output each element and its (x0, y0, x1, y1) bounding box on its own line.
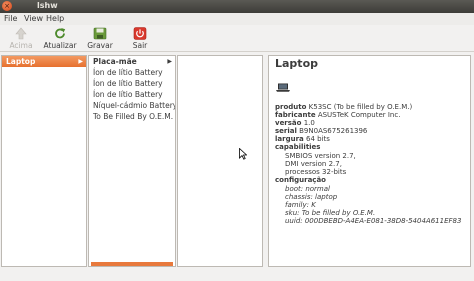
tree-item-battery-3[interactable]: Íon de lítio Battery (89, 89, 175, 100)
config-item: sku: To be filled by O.E.M. (285, 209, 376, 217)
window-title: lshw (37, 1, 58, 10)
up-button[interactable]: Acima (6, 26, 36, 51)
menu-view[interactable]: View (24, 14, 43, 23)
config-item: boot: normal (285, 185, 330, 193)
details-title: Laptop (275, 57, 318, 70)
prop-product: produto K53SC (To be filled by O.E.M.) (275, 103, 413, 111)
title-bar: × lshw (0, 0, 474, 13)
tree-item-battery-2[interactable]: Íon de lítio Battery (89, 78, 175, 89)
toolbar: Acima Atualizar Gravar Sair (0, 25, 474, 52)
menu-bar: File View Help (0, 13, 474, 25)
chevron-right-icon: ▶ (78, 58, 83, 65)
tree-item-battery-nicd[interactable]: Níquel-cádmio Battery (89, 100, 175, 111)
tree-pane-level-2[interactable]: Placa-mãe ▶ Íon de lítio Battery Íon de … (88, 55, 176, 267)
tree-item-laptop[interactable]: Laptop ▶ (2, 56, 86, 67)
save-icon (93, 27, 107, 40)
menu-help[interactable]: Help (46, 14, 64, 23)
prop-version: versão 1.0 (275, 119, 315, 127)
save-button[interactable]: Gravar (86, 26, 114, 51)
chevron-right-icon: ▶ (167, 58, 172, 65)
config-item: family: K (285, 201, 316, 209)
tree-pane-level-3[interactable] (177, 55, 263, 267)
tree-item-placa-mae[interactable]: Placa-mãe ▶ (89, 56, 175, 67)
close-window-button[interactable]: × (2, 1, 12, 11)
power-icon (133, 27, 147, 40)
config-item: chassis: laptop (285, 193, 338, 201)
tree-item-oem[interactable]: To Be Filled By O.E.M. (89, 111, 175, 122)
tree-pane-level-1[interactable]: Laptop ▶ (1, 55, 87, 267)
prop-vendor: fabricante ASUSTeK Computer Inc. (275, 111, 401, 119)
prop-configuration-label: configuração (275, 176, 326, 184)
tree-item-battery-1[interactable]: Íon de lítio Battery (89, 67, 175, 78)
prop-capabilities-label: capabilities (275, 143, 321, 151)
capability-item: SMBIOS version 2.7, (285, 152, 356, 160)
up-arrow-icon (15, 27, 27, 40)
refresh-icon (55, 28, 66, 39)
prop-width: largura 64 bits (275, 135, 330, 143)
mouse-cursor-icon (239, 148, 247, 160)
horizontal-scrollbar[interactable] (91, 262, 173, 266)
config-item: uuid: 000DBEBD-A4EA-E081-38D8-5404A611EF… (285, 217, 462, 225)
laptop-icon (276, 83, 290, 92)
details-pane: Laptop produto K53SC (To be filled by O.… (268, 55, 471, 267)
status-bar (0, 269, 474, 281)
menu-file[interactable]: File (4, 14, 17, 23)
capability-item: DMI version 2.7, (285, 160, 342, 168)
refresh-button[interactable]: Atualizar (40, 26, 80, 51)
capability-item: processos 32-bits (285, 168, 347, 176)
quit-button[interactable]: Sair (128, 26, 152, 51)
prop-serial: serial B9N0AS675261396 (275, 127, 368, 135)
